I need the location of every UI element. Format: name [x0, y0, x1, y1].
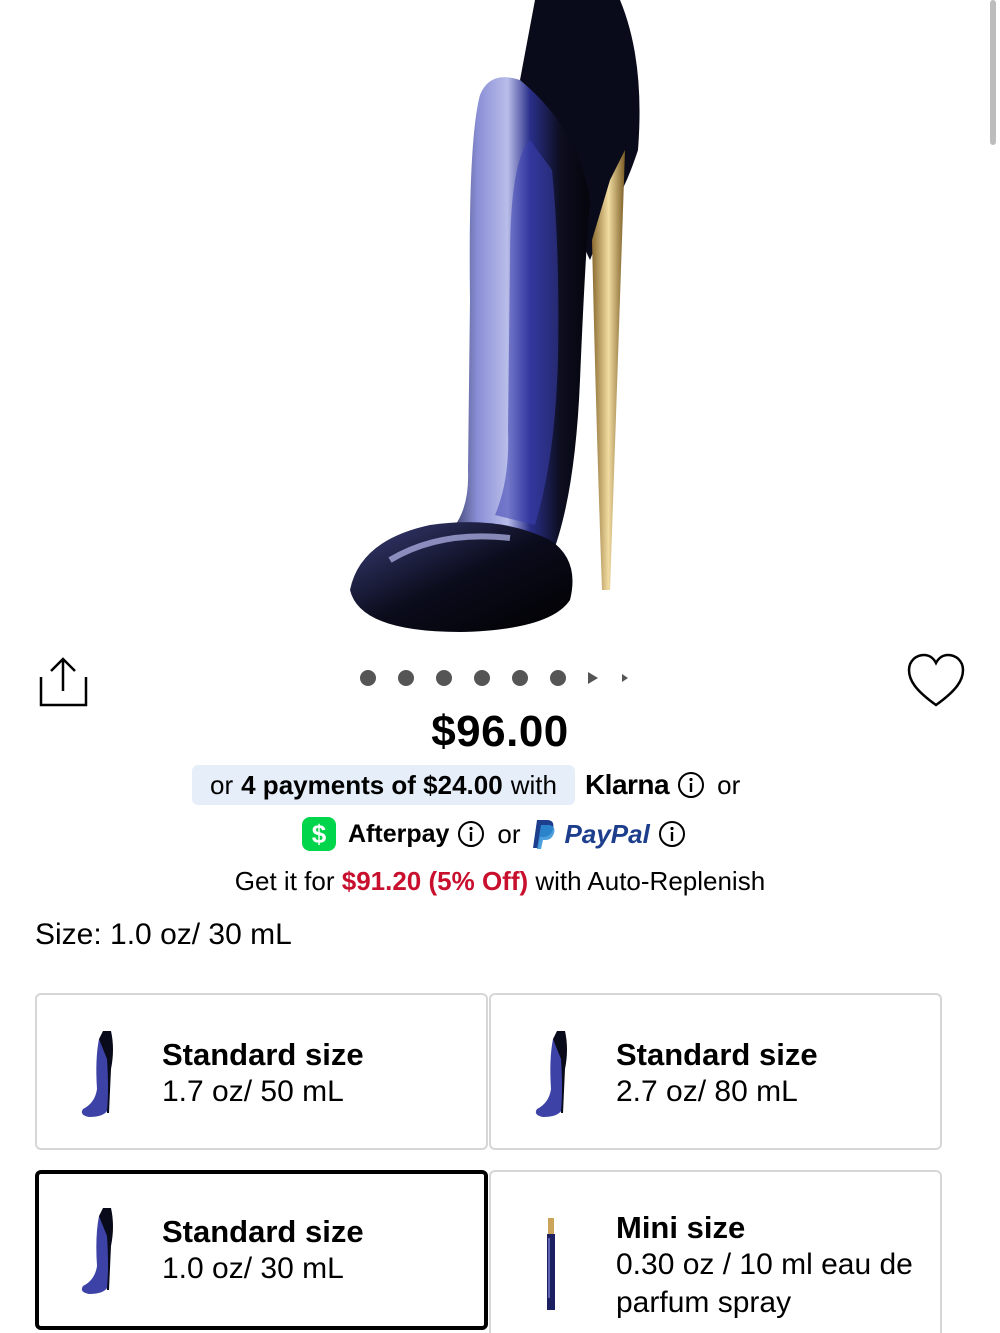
- carousel-dot[interactable]: [360, 670, 376, 686]
- klarna-info-icon[interactable]: [677, 771, 705, 799]
- size-option-title: Mini size: [616, 1210, 746, 1245]
- afterpay-paypal-row: $ Afterpay or PayPal: [302, 815, 686, 853]
- size-option-50ml[interactable]: Standard size 1.7 oz/ 50 mL: [35, 993, 488, 1150]
- auto-replenish-offer: $91.20 (5% Off): [341, 866, 529, 896]
- perfume-thumbnail: [81, 1031, 113, 1117]
- afterpay-info-icon[interactable]: [457, 820, 485, 848]
- auto-replenish-text: Get it for $91.20 (5% Off) with Auto-Rep…: [0, 866, 1000, 897]
- or-text: or: [497, 818, 521, 849]
- perfume-thumbnail: [535, 1031, 567, 1117]
- size-option-title: Standard size: [162, 1214, 364, 1249]
- mini-spray-thumbnail: [547, 1218, 555, 1310]
- afterpay-icon: $: [302, 817, 336, 851]
- klarna-amount: 4 payments of $24.00: [241, 769, 503, 800]
- carousel-dot[interactable]: [398, 670, 414, 686]
- auto-replenish-prefix: Get it for: [234, 866, 335, 896]
- auto-replenish-suffix: with Auto-Replenish: [535, 866, 766, 896]
- heart-icon[interactable]: [905, 652, 967, 710]
- or-text: or: [717, 769, 741, 800]
- klarna-suffix: with: [510, 769, 557, 800]
- size-option-detail: 0.30 oz / 10 ml eau de parfum spray: [616, 1248, 913, 1319]
- paypal-info-icon[interactable]: [658, 820, 686, 848]
- selected-size-label: Size: 1.0 oz/ 30 mL: [35, 918, 292, 951]
- perfume-thumbnail: [81, 1208, 113, 1294]
- size-option-title: Standard size: [162, 1037, 364, 1072]
- afterpay-label[interactable]: Afterpay: [348, 820, 449, 849]
- size-option-detail: 1.7 oz/ 50 mL: [162, 1075, 344, 1108]
- size-option-detail: 1.0 oz/ 30 mL: [162, 1252, 344, 1285]
- paypal-label[interactable]: PayPal: [565, 819, 650, 850]
- paypal-icon: [532, 820, 554, 849]
- carousel-dot[interactable]: [474, 670, 490, 686]
- klarna-logo: Klarna: [584, 769, 670, 800]
- image-carousel-dots: [360, 668, 652, 688]
- size-option-title: Standard size: [616, 1037, 818, 1072]
- perfume-bottle-image: [350, 0, 640, 632]
- size-option-80ml[interactable]: Standard size 2.7 oz/ 80 mL: [489, 993, 942, 1150]
- product-price: $96.00: [431, 707, 569, 756]
- klarna-payment-row: or 4 payments of $24.00 with Klarna or: [192, 765, 740, 805]
- carousel-dot[interactable]: [512, 670, 528, 686]
- carousel-dot[interactable]: [436, 670, 452, 686]
- carousel-dot[interactable]: [550, 670, 566, 686]
- carousel-next-arrow-icon[interactable]: [588, 672, 598, 684]
- product-image[interactable]: [0, 0, 1000, 650]
- size-option-30ml-selected[interactable]: Standard size 1.0 oz/ 30 mL: [35, 1170, 488, 1330]
- share-icon[interactable]: [36, 655, 90, 709]
- size-option-detail: 2.7 oz/ 80 mL: [616, 1075, 798, 1108]
- klarna-prefix: or: [210, 769, 234, 800]
- size-option-mini[interactable]: Mini size 0.30 oz / 10 ml eau de parfum …: [489, 1170, 942, 1333]
- klarna-offer[interactable]: or 4 payments of $24.00 with: [192, 765, 575, 805]
- carousel-more-arrow-icon[interactable]: [622, 674, 628, 682]
